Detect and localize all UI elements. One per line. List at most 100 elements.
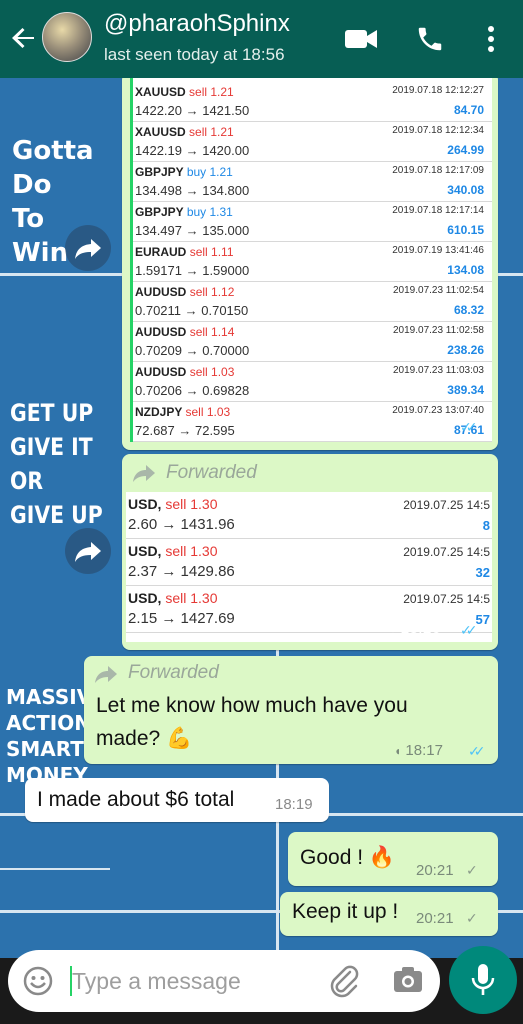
forward-button[interactable]: [65, 225, 111, 271]
voice-message-button[interactable]: [449, 946, 517, 1014]
message-text-line: made? 💪: [96, 727, 193, 750]
wallpaper-text-3: MASSIV ACTION SMART MONEY: [6, 685, 93, 787]
message-input[interactable]: Type a message: [72, 968, 241, 995]
trade-date: 2019.07.23 11:02:54: [392, 285, 484, 296]
contact-name[interactable]: @pharaohSphinx: [104, 10, 290, 38]
delivered-tick-icon: ✓: [466, 862, 478, 878]
trade-symbol: EURAUD sell 1.11: [135, 245, 234, 259]
trade-profit: 134.08: [447, 263, 484, 277]
trade-row: XAUUSD sell 1.21 1422.20 → 1421.50 2019.07…: [133, 82, 492, 122]
trade-row: GBPJPY buy 1.31 134.497 → 135.000 2019.07.…: [133, 202, 492, 242]
message-time: ◖ 18:16: [388, 620, 441, 637]
camera-icon[interactable]: [392, 964, 424, 996]
more-options-icon[interactable]: [484, 24, 498, 54]
message-text: Good ! 🔥: [300, 846, 396, 869]
trade-symbol: GBPJPY buy 1.31: [135, 205, 233, 219]
read-receipt-icon: ✓✓: [460, 419, 478, 435]
trade-price: 0.70211 → 0.70150: [135, 303, 249, 318]
trade-price: 1422.19 → 1420.00: [135, 143, 250, 158]
forwarded-muted-icon: ◖: [388, 621, 396, 636]
trade-date: 2019.07.23 11:03:03: [392, 365, 484, 376]
trade-symbol: GBPJPY buy 1.21: [135, 165, 233, 179]
message-time: 20:21: [416, 862, 454, 879]
trade-action: sell 1.03: [185, 405, 231, 419]
trade-history-image[interactable]: XAUUSD sell 1.21 1422.20 → 1421.50 2019.07…: [130, 78, 492, 442]
trade-action: sell 1.30: [165, 590, 218, 606]
forward-button[interactable]: [65, 528, 111, 574]
trade-price: 2.37 → 1429.86: [128, 563, 235, 580]
trade-date: 2019.07.23 13:07:40: [392, 405, 484, 416]
trade-price: 0.70209 → 0.70000: [135, 343, 250, 358]
trade-row: EURAUD sell 1.11 1.59171 → 1.59000 2019.07…: [133, 242, 492, 282]
trade-symbol: AUDUSD sell 1.03: [135, 365, 235, 379]
trade-date: 2019.07.19 13:41:46: [392, 245, 484, 256]
trade-row: USD, sell 1.30 2.37 → 1429.86 2019.07.25 1…: [126, 539, 492, 586]
trade-action: sell 1.30: [165, 543, 218, 559]
outgoing-message-bubble[interactable]: Good ! 🔥 20:21 ✓: [288, 832, 498, 886]
trade-date: 2019.07.25 14:5: [403, 498, 490, 512]
trade-symbol: USD, sell 1.30: [128, 543, 218, 559]
forwarded-muted-icon: ◖: [392, 418, 400, 433]
trade-price: 1422.20 → 1421.50: [135, 103, 250, 118]
trade-symbol: USD, sell 1.30: [128, 590, 218, 606]
forwarded-text-message-bubble[interactable]: Forwarded Let me know how much have you …: [84, 656, 498, 764]
image-message-bubble[interactable]: XAUUSD sell 1.21 1422.20 → 1421.50 2019.07…: [122, 78, 498, 450]
trade-profit: 264.99: [447, 143, 484, 157]
trade-date: 2019.07.25 14:5: [403, 592, 490, 606]
forwarded-muted-icon: ◖: [394, 744, 402, 758]
forwarded-arrow-icon: [133, 465, 155, 482]
delivered-tick-icon: ✓: [466, 910, 478, 926]
trade-symbol: AUDUSD sell 1.12: [135, 285, 235, 299]
trade-date: 2019.07.18 12:17:14: [392, 205, 484, 216]
message-time: 18:19: [275, 796, 313, 813]
forward-icon: [75, 542, 101, 562]
trade-profit: 340.08: [447, 183, 484, 197]
trade-price: 0.70206 → 0.69828: [135, 383, 250, 398]
trade-row: GBPJPY buy 1.21 134.498 → 134.800 2019.07.…: [133, 162, 492, 202]
message-time: ◖ 18:16: [392, 417, 445, 434]
trade-date: 2019.07.25 14:5: [403, 545, 490, 559]
trade-action: sell 1.11: [189, 245, 234, 259]
trade-action: sell 1.21: [189, 125, 234, 139]
trade-date: 2019.07.23 11:02:58: [392, 325, 484, 336]
trade-profit: 8: [482, 518, 490, 533]
message-text-line: Let me know how much have you: [96, 694, 408, 717]
trade-profit: 610.15: [447, 223, 484, 237]
incoming-message-bubble[interactable]: I made about $6 total 18:19: [25, 778, 329, 822]
forwarded-image-message-bubble[interactable]: Forwarded USD, sell 1.30 2.60 → 1431.96 20…: [122, 454, 498, 650]
chat-header: @pharaohSphinx last seen today at 18:56: [0, 0, 523, 78]
phone-icon[interactable]: [415, 24, 445, 54]
trade-profit: 389.34: [447, 383, 484, 397]
trade-action: sell 1.12: [189, 285, 235, 299]
trade-symbol: USD, sell 1.30: [128, 496, 218, 512]
trade-action: sell 1.30: [165, 496, 218, 512]
trade-action: buy 1.21: [186, 165, 233, 179]
message-text: Keep it up !: [292, 900, 399, 923]
read-receipt-icon: ✓✓: [460, 622, 478, 638]
back-arrow-icon[interactable]: [8, 22, 40, 54]
trade-action: sell 1.14: [189, 325, 235, 339]
read-receipt-icon: ✓✓: [468, 743, 486, 759]
trade-row: AUDUSD sell 1.12 0.70211 → 0.70150 2019.07…: [133, 282, 492, 322]
trade-symbol: XAUUSD sell 1.21: [135, 125, 234, 139]
wallpaper-text-2: GET UP GIVE IT OR GIVE UP: [10, 399, 103, 529]
emoji-icon[interactable]: [22, 965, 54, 997]
trade-price: 72.687 → 72.595: [135, 423, 235, 438]
avatar[interactable]: [42, 12, 92, 62]
forwarded-arrow-icon: [95, 666, 117, 683]
chat-area[interactable]: Gotta Do To Win GET UP GIVE IT OR GIVE U…: [0, 78, 523, 958]
trade-row: XAUUSD sell 1.21 1422.19 → 1420.00 2019.07…: [133, 122, 492, 162]
last-seen-status[interactable]: last seen today at 18:56: [104, 45, 285, 65]
trade-price: 134.498 → 134.800: [135, 183, 250, 198]
trade-profit: 32: [475, 565, 490, 580]
outgoing-message-bubble[interactable]: Keep it up ! 20:21 ✓: [280, 892, 498, 936]
trade-row: USD, sell 1.30 2.60 → 1431.96 2019.07.25 1…: [126, 492, 492, 539]
trade-profit: 68.32: [453, 303, 484, 317]
trade-row: AUDUSD sell 1.14 0.70209 → 0.70000 2019.07…: [133, 322, 492, 362]
attach-icon[interactable]: [328, 964, 360, 998]
trade-profit: 84.70: [453, 103, 484, 117]
video-call-icon[interactable]: [344, 28, 378, 50]
trade-profit: 238.26: [447, 343, 484, 357]
wallpaper-line: [0, 868, 110, 870]
trade-action: sell 1.21: [189, 85, 234, 99]
